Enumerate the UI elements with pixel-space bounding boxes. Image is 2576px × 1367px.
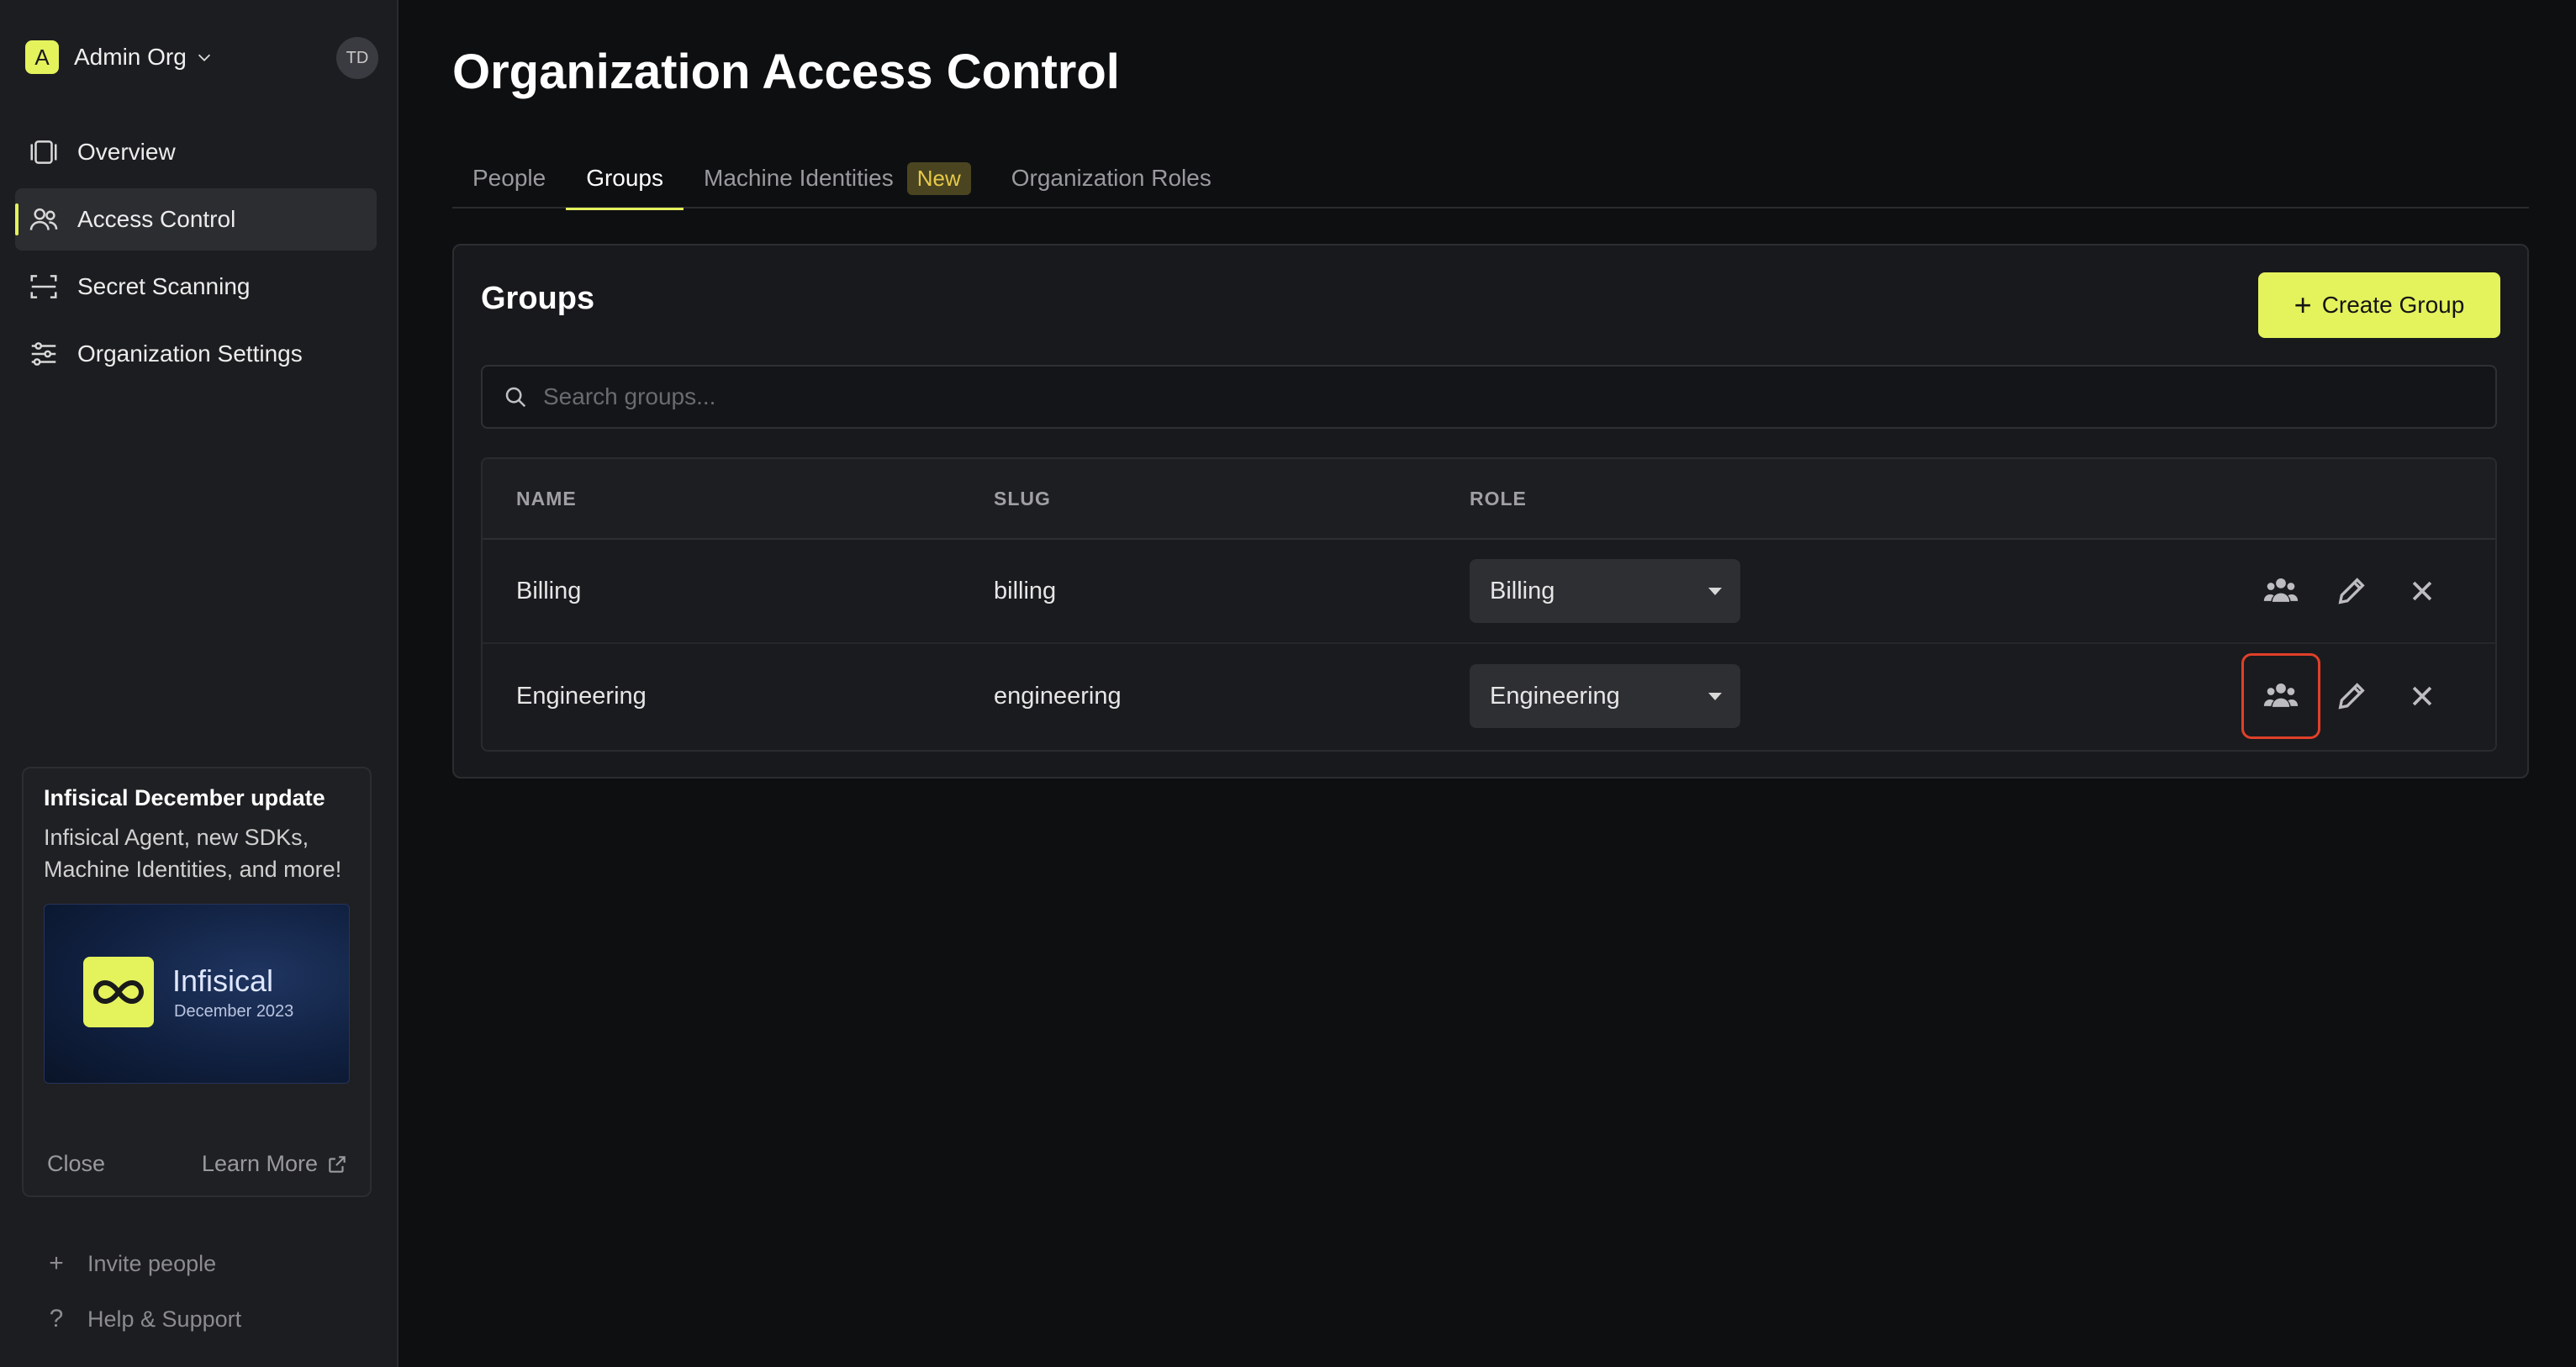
user-avatar[interactable]: TD: [336, 37, 378, 79]
manage-members-button[interactable]: [2241, 548, 2320, 634]
org-name: Admin Org: [74, 44, 187, 70]
table-row: Billing billing Billing: [483, 540, 2495, 644]
delete-group-button[interactable]: [2383, 653, 2462, 739]
column-header-slug: SLUG: [994, 487, 1051, 509]
search-icon: [505, 387, 526, 408]
search-input[interactable]: [543, 383, 2495, 410]
update-actions: Close Learn More: [47, 1151, 348, 1177]
create-group-button[interactable]: + Create Group: [2258, 272, 2500, 338]
banner-subtitle: December 2023: [174, 1002, 294, 1021]
update-card: Infisical December update Infisical Agen…: [22, 767, 372, 1197]
invite-people-link[interactable]: + Invite people: [44, 1236, 241, 1291]
sidebar-item-overview[interactable]: Overview: [15, 121, 377, 183]
tab-bar: People Groups Machine Identities New Org…: [452, 148, 2529, 210]
update-banner-image[interactable]: Infisical December 2023: [44, 904, 350, 1084]
tab-label: Machine Identities: [704, 165, 894, 191]
overview-icon: [27, 135, 61, 169]
plus-icon: +: [49, 1249, 64, 1277]
sidebar-item-secret-scanning[interactable]: Secret Scanning: [15, 256, 377, 318]
caret-down-icon: [1708, 692, 1722, 700]
delete-group-button[interactable]: [2383, 548, 2462, 634]
pencil-icon: [2338, 578, 2365, 604]
search-box: [481, 365, 2497, 429]
app-root: A Admin Org TD Overview Access Control S…: [0, 0, 2576, 1367]
org-badge: A: [25, 40, 59, 74]
manage-members-button[interactable]: [2241, 653, 2320, 739]
group-name: Billing: [516, 577, 582, 604]
pencil-icon: [2338, 683, 2365, 710]
tab-organization-roles[interactable]: Organization Roles: [991, 148, 1232, 208]
sidebar-item-organization-settings[interactable]: Organization Settings: [15, 323, 377, 385]
main-content: Organization Access Control People Group…: [399, 0, 2576, 1367]
row-actions: [2250, 548, 2462, 634]
plus-icon: +: [2294, 288, 2312, 322]
sidebar-item-label: Organization Settings: [77, 340, 303, 367]
role-value: Engineering: [1490, 682, 1620, 710]
table-header: NAME SLUG ROLE: [483, 459, 2495, 540]
org-switcher[interactable]: A Admin Org TD: [25, 37, 378, 79]
new-badge: New: [906, 161, 971, 195]
role-select[interactable]: Engineering: [1470, 664, 1740, 728]
sidebar-item-label: Secret Scanning: [77, 273, 251, 299]
sidebar-footer: + Invite people ? Help & Support: [44, 1236, 241, 1347]
chevron-down-icon: [198, 54, 210, 61]
close-icon: [2412, 686, 2432, 706]
column-header-name: NAME: [516, 487, 577, 509]
sidebar: A Admin Org TD Overview Access Control S…: [0, 0, 399, 1367]
group-slug: engineering: [994, 682, 1122, 710]
sliders-icon: [27, 337, 61, 371]
external-link-icon: [329, 1155, 346, 1173]
learn-more-link[interactable]: Learn More: [202, 1151, 348, 1177]
create-group-label: Create Group: [2321, 292, 2465, 318]
tab-groups[interactable]: Groups: [566, 148, 684, 210]
groups-panel: Groups + Create Group NAME SLUG ROLE Bil…: [452, 244, 2529, 779]
close-icon: [2412, 581, 2432, 601]
sidebar-item-label: Overview: [77, 139, 176, 165]
scan-icon: [27, 270, 61, 303]
infinity-logo-icon: [83, 957, 154, 1027]
tab-people[interactable]: People: [452, 148, 566, 208]
update-title: Infisical December update: [44, 785, 325, 810]
page-title: Organization Access Control: [452, 45, 1120, 99]
users-icon: [2263, 578, 2299, 602]
users-icon: [27, 203, 61, 236]
question-icon: ?: [49, 1305, 64, 1333]
row-actions: [2241, 653, 2462, 739]
learn-more-label: Learn More: [201, 1151, 318, 1176]
tab-machine-identities[interactable]: Machine Identities New: [684, 148, 991, 208]
edit-group-button[interactable]: [2312, 548, 2391, 634]
banner-name: Infisical: [172, 963, 274, 998]
group-slug: billing: [994, 577, 1057, 604]
group-name: Engineering: [516, 682, 647, 710]
groups-table: NAME SLUG ROLE Billing billing Billing E…: [481, 457, 2497, 752]
close-update-link[interactable]: Close: [47, 1151, 105, 1177]
sidebar-nav: Overview Access Control Secret Scanning …: [15, 121, 377, 390]
help-support-link[interactable]: ? Help & Support: [44, 1291, 241, 1347]
edit-group-button[interactable]: [2312, 653, 2391, 739]
sidebar-item-label: Access Control: [77, 206, 236, 232]
role-value: Billing: [1490, 577, 1555, 604]
update-text: Infisical Agent, new SDKs, Machine Ident…: [44, 825, 342, 882]
invite-people-label: Invite people: [87, 1250, 217, 1276]
role-select[interactable]: Billing: [1470, 559, 1740, 623]
panel-title: Groups: [481, 281, 595, 316]
caret-down-icon: [1708, 587, 1722, 595]
sidebar-item-access-control[interactable]: Access Control: [15, 188, 377, 251]
column-header-role: ROLE: [1470, 487, 1527, 509]
users-icon: [2263, 683, 2299, 707]
help-support-label: Help & Support: [87, 1306, 242, 1332]
table-row: Engineering engineering Engineering: [483, 644, 2495, 748]
